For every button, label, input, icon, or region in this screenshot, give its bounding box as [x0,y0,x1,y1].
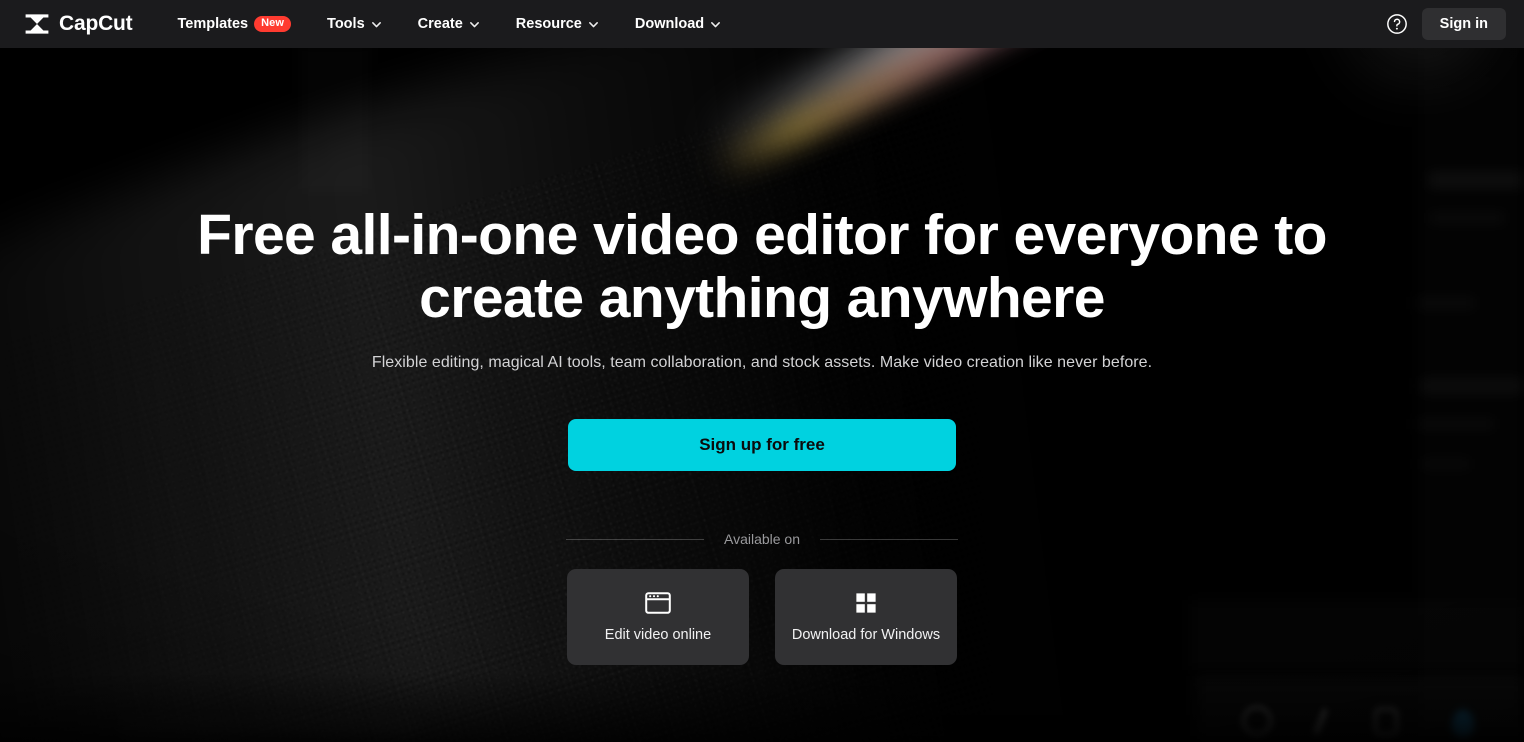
nav-item-label: Create [417,16,463,32]
chevron-down-icon [711,21,721,27]
new-badge: New [254,15,292,33]
nav-item-create[interactable]: Create [400,0,498,48]
browser-window-icon [645,591,671,614]
capcut-logo[interactable]: CapCut [24,12,133,36]
platform-label: Download for Windows [791,626,941,643]
capcut-bowtie-logo-icon [25,14,49,34]
nav-item-label: Templates [177,16,249,32]
capcut-logo-text: CapCut [59,12,133,35]
available-on-label: Available on [723,531,801,547]
sign-in-button[interactable]: Sign in [1421,8,1506,40]
divider-rule-right [820,538,958,540]
chevron-down-icon [371,21,381,27]
download-for-windows-button[interactable]: Download for Windows [775,569,957,665]
nav-item-resource[interactable]: Resource [498,0,617,48]
chevron-down-icon [588,21,598,27]
available-on-divider: Available on [566,531,958,547]
hero-headline: Free all-in-one video editor for everyon… [197,203,1327,330]
question-mark-circle-icon[interactable] [1386,13,1408,35]
nav-item-templates[interactable]: Templates New [177,0,309,48]
hero-section: Free all-in-one video editor for everyon… [0,48,1524,742]
edit-video-online-button[interactable]: Edit video online [567,569,749,665]
divider-rule-left [566,538,704,540]
top-navigation-bar: CapCut Templates New Tools Create Resour… [0,0,1524,48]
chevron-down-icon [469,21,479,27]
windows-logo-icon [856,592,876,613]
hero-stage: CapCut Templates New Tools Create Resour… [0,0,1524,742]
nav-item-label: Tools [327,16,365,32]
nav-item-download[interactable]: Download [617,0,739,48]
platform-label: Edit video online [604,626,712,643]
platform-buttons: Edit video online Download for Windows [567,569,957,665]
nav-item-label: Download [634,16,705,32]
nav-item-label: Resource [515,16,582,32]
nav-item-tools[interactable]: Tools [309,0,400,48]
nav-right-group: Sign in [1386,8,1506,40]
sign-up-for-free-button[interactable]: Sign up for free [568,419,956,471]
nav-links: Templates New Tools Create Resource Down… [177,0,739,48]
hero-subheadline: Flexible editing, magical AI tools, team… [371,354,1153,371]
